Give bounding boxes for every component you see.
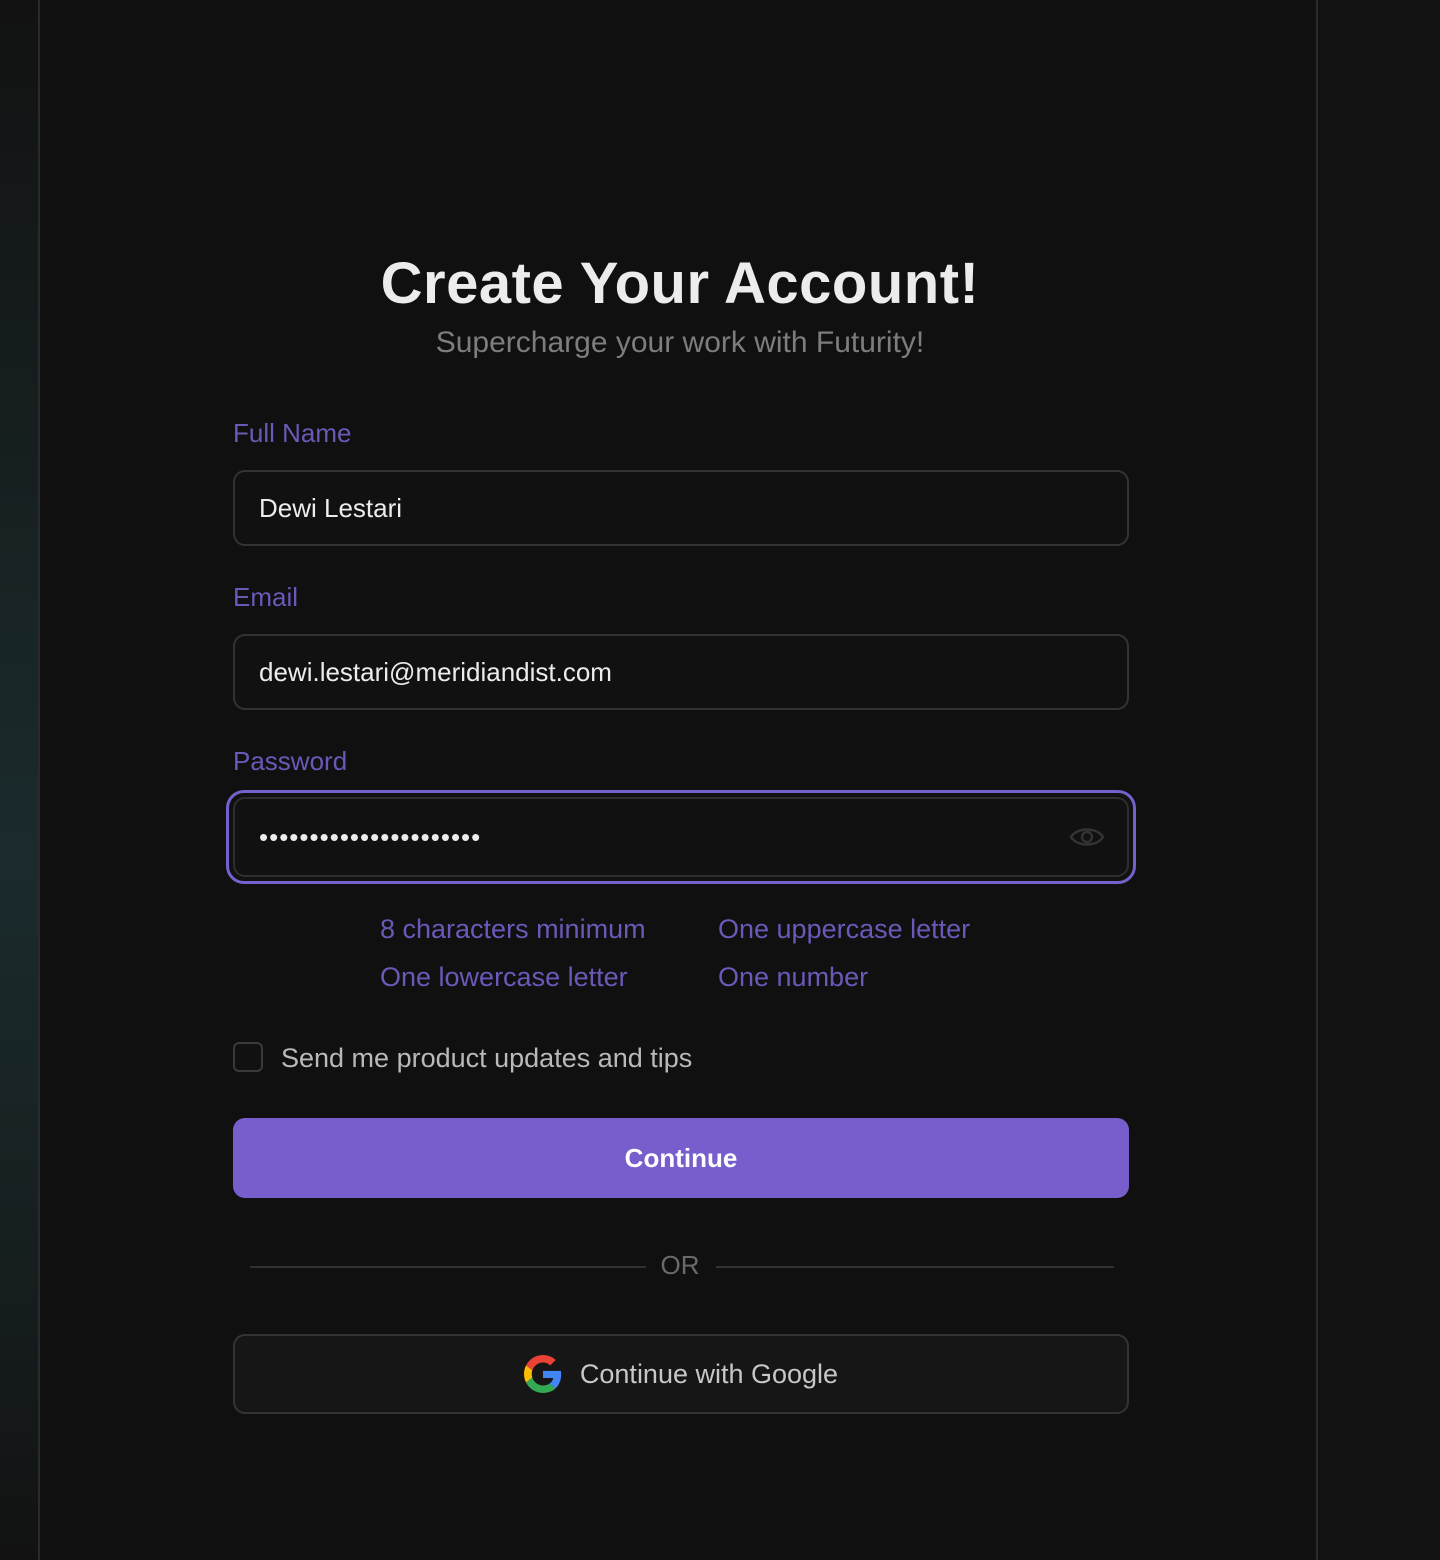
newsletter-label[interactable]: Send me product updates and tips <box>281 1040 692 1076</box>
google-icon <box>523 1355 562 1393</box>
continue-button[interactable]: Continue <box>233 1118 1129 1198</box>
rule-min-length: 8 characters minimum <box>380 914 646 944</box>
email-label: Email <box>233 582 299 612</box>
page-subtitle: Supercharge your work with Futurity! <box>435 326 925 359</box>
rule-uppercase: One uppercase letter <box>718 914 971 944</box>
password-input[interactable] <box>259 799 1059 875</box>
google-button-content: Continue with Google <box>235 1336 1127 1412</box>
newsletter-checkbox[interactable] <box>233 1042 263 1072</box>
password-label: Password <box>233 746 348 776</box>
google-button-label: Continue with Google <box>579 1358 839 1389</box>
eye-icon[interactable] <box>1069 821 1105 853</box>
divider-line-right <box>716 1266 1114 1268</box>
continue-with-google-button[interactable]: Continue with Google <box>233 1334 1129 1414</box>
full-name-field[interactable] <box>233 470 1129 546</box>
password-field-focused[interactable] <box>226 790 1136 884</box>
email-input[interactable] <box>259 636 1079 708</box>
full-name-input[interactable] <box>259 472 1079 544</box>
page-title: Create Your Account! <box>380 251 980 316</box>
divider-or: OR <box>660 1250 700 1280</box>
full-name-label: Full Name <box>233 418 352 448</box>
password-field[interactable] <box>233 797 1129 877</box>
left-backdrop-rail <box>0 0 38 1560</box>
rule-lowercase: One lowercase letter <box>380 962 628 992</box>
email-field[interactable] <box>233 634 1129 710</box>
newsletter-option[interactable]: Send me product updates and tips <box>233 1040 933 1076</box>
signup-panel: Create Your Account! Supercharge your wo… <box>38 0 1318 1560</box>
right-backdrop-rail <box>1320 0 1440 1560</box>
rule-number: One number <box>718 962 869 992</box>
